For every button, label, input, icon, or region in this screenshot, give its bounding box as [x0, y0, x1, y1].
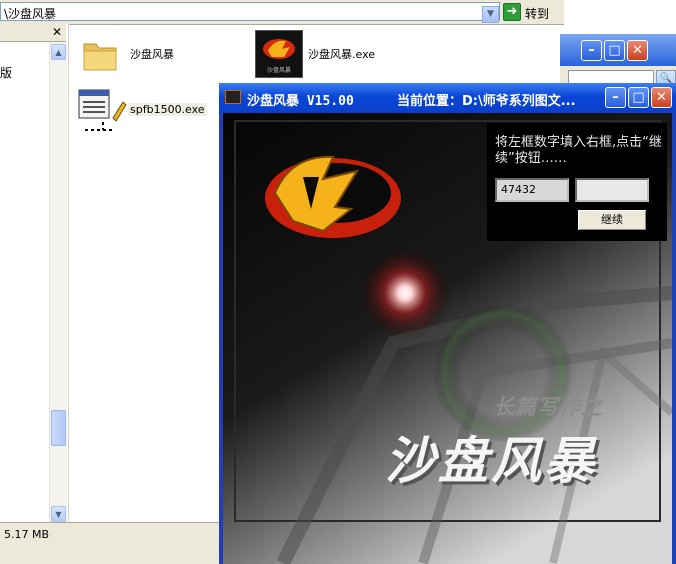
close-icon[interactable]: ✕	[627, 40, 648, 61]
scroll-thumb[interactable]	[51, 410, 66, 446]
splash-titlebar[interactable]: 沙盘风暴 V15.00 当前位置：D:\师爷系列图文... – □ ✕	[219, 83, 676, 113]
go-label: 转到	[525, 7, 550, 21]
status-size: 5.17 MB	[4, 528, 50, 541]
address-text: \沙盘风暴	[4, 7, 57, 21]
close-icon[interactable]: ✕	[651, 87, 672, 108]
address-input[interactable]: \沙盘风暴 ▼	[0, 2, 500, 23]
status-bar-extension	[0, 544, 220, 564]
continue-button[interactable]: 继续	[577, 209, 647, 231]
app-icon[interactable]: 沙盘风暴	[255, 30, 303, 78]
minimize-icon[interactable]: –	[605, 87, 626, 108]
instruction-text: 将左框数字填入右框,点击“继续”按钮……	[495, 135, 662, 166]
maximize-icon[interactable]: □	[604, 40, 625, 61]
location-text: 当前位置：D:\师爷系列图文...	[397, 94, 576, 109]
file-label[interactable]: 沙盘风暴	[130, 46, 174, 62]
svg-text:沙盘风暴: 沙盘风暴	[267, 66, 291, 74]
vertical-scrollbar[interactable]: ▲ ▼	[49, 42, 67, 522]
minimize-icon[interactable]: –	[581, 40, 602, 61]
app-small-icon	[225, 90, 241, 104]
scroll-down-icon[interactable]: ▼	[51, 506, 66, 522]
splash-title: 沙盘风暴	[385, 432, 597, 490]
address-bar: \沙盘风暴 ▼ ➜ 转到	[0, 0, 564, 25]
background-window-titlebar[interactable]: – □ ✕	[560, 34, 676, 66]
splash-canvas: 将左框数字填入右框,点击“继续”按钮…… 47432 继续 长篇写作之 沙盘风暴	[223, 113, 672, 564]
file-label[interactable]: 沙盘风暴.exe	[308, 46, 375, 62]
window-title: 沙盘风暴 V15.00	[247, 94, 354, 109]
pane-close-icon[interactable]: ✕	[50, 25, 64, 39]
pane-header: ✕	[0, 24, 66, 42]
go-button[interactable]: ➜ 转到	[503, 2, 557, 22]
folder-icon[interactable]	[82, 38, 118, 72]
splash-subtitle: 长篇写作之	[493, 395, 603, 419]
code-input[interactable]	[575, 178, 649, 202]
status-bar: 5.17 MB	[0, 522, 220, 545]
tree-item-label[interactable]: 版	[0, 64, 12, 81]
installer-icon[interactable]	[77, 88, 127, 134]
splash-window: 沙盘风暴 V15.00 当前位置：D:\师爷系列图文... – □ ✕ 将左框数…	[219, 83, 676, 564]
scroll-up-icon[interactable]: ▲	[51, 44, 66, 60]
file-label[interactable]: spfb1500.exe	[128, 103, 207, 116]
go-arrow-icon: ➜	[503, 3, 521, 21]
code-field: 47432	[495, 178, 569, 202]
registration-panel: 将左框数字填入右框,点击“继续”按钮…… 47432 继续	[487, 123, 667, 241]
maximize-icon[interactable]: □	[628, 87, 649, 108]
folder-tree-pane: ✕ 版 ▲ ▼ ▶	[0, 24, 69, 546]
address-dropdown-icon[interactable]: ▼	[482, 6, 499, 23]
